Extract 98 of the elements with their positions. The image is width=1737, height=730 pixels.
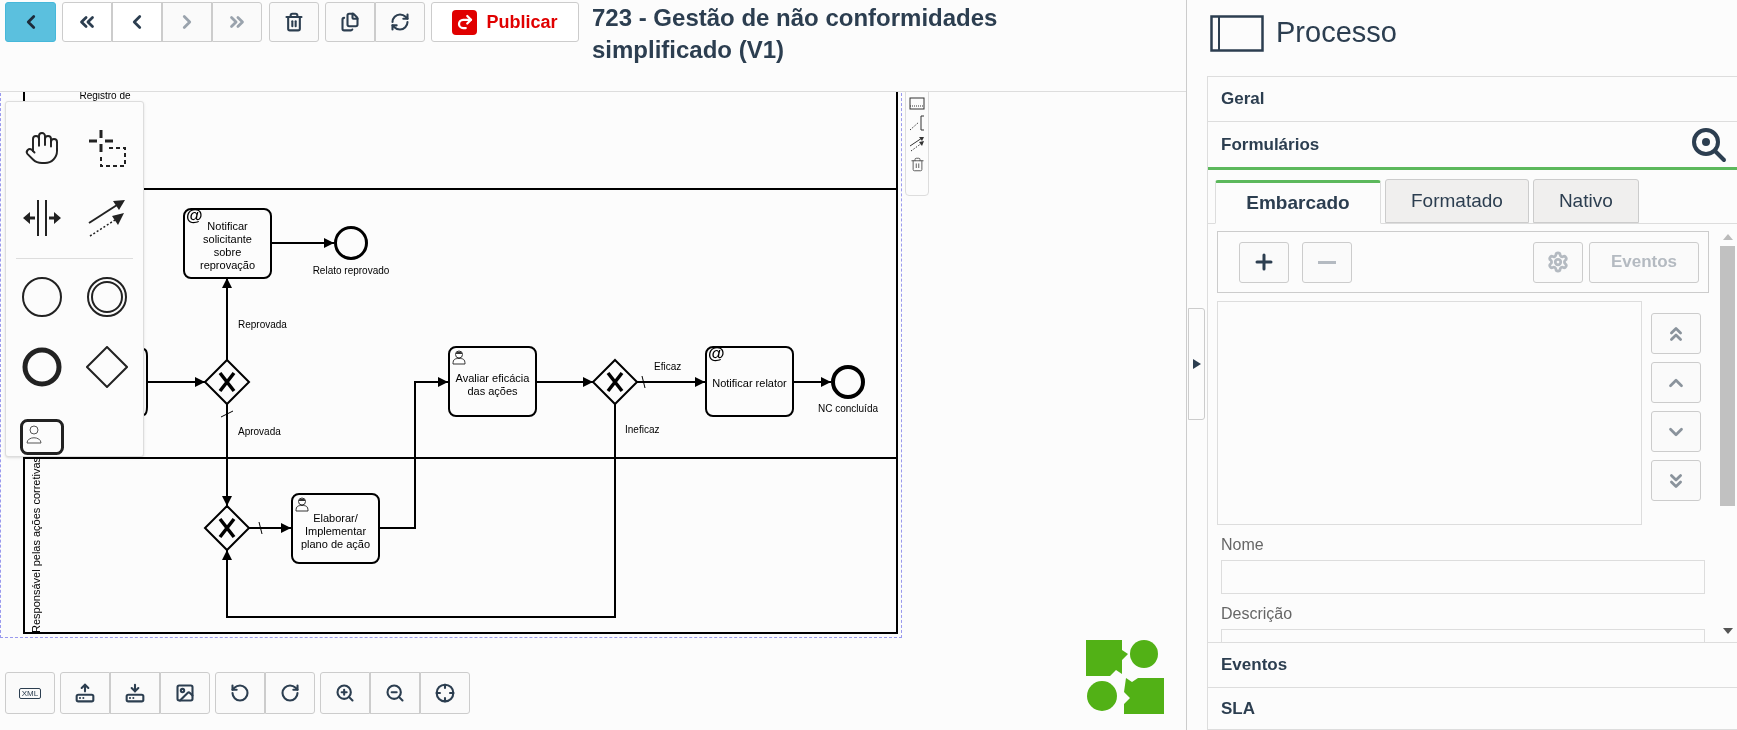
scroll-down-icon[interactable]: [1722, 628, 1733, 634]
sequence-flow[interactable]: [636, 375, 706, 389]
lasso-tool-icon[interactable]: [86, 128, 127, 168]
section-title: SLA: [1221, 697, 1255, 720]
sequence-flow[interactable]: [378, 377, 449, 529]
task-box[interactable]: Avaliar eficácia das ações: [448, 346, 537, 417]
navigation-button[interactable]: [62, 2, 112, 42]
navigation-button[interactable]: [112, 2, 162, 42]
undo-button[interactable]: [215, 672, 265, 714]
intermediate-event-icon[interactable]: [85, 276, 128, 318]
gateway-icon[interactable]: [85, 346, 128, 388]
export-image-button[interactable]: [160, 672, 210, 714]
event-label: NC concluída: [817, 403, 879, 415]
trash-icon[interactable]: [909, 157, 925, 172]
end-event-icon[interactable]: [21, 346, 64, 388]
delete-button[interactable]: [269, 2, 319, 42]
zoom-out-button[interactable]: [370, 672, 420, 714]
triangle-right-icon: [1192, 359, 1201, 369]
pool-icon: [1210, 14, 1264, 52]
accordion-header[interactable]: Formulários: [1208, 122, 1737, 170]
upload-icon: [75, 683, 95, 703]
redo-icon: [280, 683, 300, 703]
collapse-handle[interactable]: [1188, 308, 1205, 420]
task-box[interactable]: Elaborar/ Implementar plano de ação: [291, 493, 380, 564]
xml-button[interactable]: XML: [5, 672, 55, 714]
move-bottom-button[interactable]: [1651, 460, 1701, 501]
add-button[interactable]: [1239, 241, 1289, 283]
section-title: Formulários: [1221, 133, 1320, 156]
refresh-icon: [390, 12, 410, 32]
field-label: Descrição: [1221, 604, 1294, 624]
end-event[interactable]: [831, 365, 865, 399]
tab[interactable]: Formatado: [1385, 179, 1529, 223]
crosshair-icon: [435, 683, 455, 703]
accordion-header[interactable]: Geral: [1208, 77, 1737, 122]
sequence-flow[interactable]: [248, 521, 292, 535]
zoom-out-icon: [385, 683, 405, 703]
start-event-icon[interactable]: [21, 276, 64, 318]
settings-icon: [1547, 251, 1569, 273]
accordion-header[interactable]: Eventos: [1208, 643, 1737, 688]
end-event[interactable]: [334, 226, 368, 260]
flow-label: Reprovada: [238, 319, 287, 331]
copy-icon: [340, 12, 360, 32]
publish-button[interactable]: Publicar: [431, 2, 579, 42]
section-title: Eventos: [1221, 654, 1288, 677]
flow-label: Aprovada: [238, 426, 281, 438]
minus-icon: [1318, 260, 1336, 264]
center-button[interactable]: [420, 672, 470, 714]
sequence-flow[interactable]: [222, 403, 616, 618]
xml-badge: XML: [18, 687, 42, 699]
user-icon: [295, 497, 309, 512]
diagram-title: 723 - Gestão de não conformidades simplificado (V1): [592, 3, 999, 65]
share-icon: [452, 9, 478, 35]
task-label: Notificar solicitante sobre reprovação: [199, 219, 256, 272]
sequence-flow[interactable]: [222, 277, 232, 361]
tab[interactable]: Embarcado: [1215, 180, 1381, 224]
accordion-header[interactable]: SLA: [1208, 688, 1737, 730]
connect-tool-icon[interactable]: [86, 198, 127, 238]
zoom-in-button[interactable]: [320, 672, 370, 714]
sequence-flow[interactable]: [793, 377, 832, 387]
sequence-flow[interactable]: [535, 377, 594, 387]
download-button[interactable]: [110, 672, 160, 714]
sequence-flow[interactable]: [220, 403, 234, 507]
task-label: Avaliar eficácia das ações: [454, 371, 531, 398]
sequence-flow[interactable]: [270, 238, 335, 248]
field-label: Nome: [1221, 535, 1265, 555]
refresh-button[interactable]: [375, 2, 425, 42]
task-label: Elaborar/ Implementar plano de ação: [299, 512, 372, 551]
sequence-flow[interactable]: [146, 377, 206, 387]
exclusive-gateway[interactable]: [203, 358, 251, 406]
move-top-button[interactable]: [1651, 313, 1701, 354]
text-field[interactable]: [1221, 560, 1705, 594]
connection-bracket-icon[interactable]: [909, 115, 925, 131]
lane-label: Registro de: [78, 92, 132, 102]
user-icon: [452, 350, 466, 365]
task-box-edge[interactable]: [143, 348, 148, 416]
image-icon: [175, 683, 195, 703]
copy-button[interactable]: [325, 2, 375, 42]
event-label: Relato reprovado: [311, 265, 391, 277]
connect-icon[interactable]: [909, 136, 925, 152]
tab[interactable]: Nativo: [1532, 179, 1639, 223]
section-title: Geral: [1221, 88, 1265, 111]
task-label: Notificar relator: [712, 377, 787, 390]
undo-icon: [230, 683, 250, 703]
zoom-in-icon: [335, 683, 355, 703]
trash-icon: [284, 12, 304, 32]
upload-button[interactable]: [60, 672, 110, 714]
flow-label: Ineficaz: [625, 424, 660, 436]
lane-icon[interactable]: [909, 97, 925, 110]
download-icon: [125, 683, 145, 703]
user-task-icon[interactable]: [20, 419, 65, 455]
exclusive-gateway[interactable]: [203, 504, 251, 552]
panel-title: Processo: [1276, 15, 1397, 51]
back-button[interactable]: [5, 2, 56, 42]
redo-button[interactable]: [265, 672, 315, 714]
hand-tool-icon[interactable]: [24, 130, 61, 166]
preview-icon[interactable]: [1691, 126, 1727, 163]
exclusive-gateway[interactable]: [591, 358, 639, 406]
flow-label: Eficaz: [654, 361, 682, 373]
